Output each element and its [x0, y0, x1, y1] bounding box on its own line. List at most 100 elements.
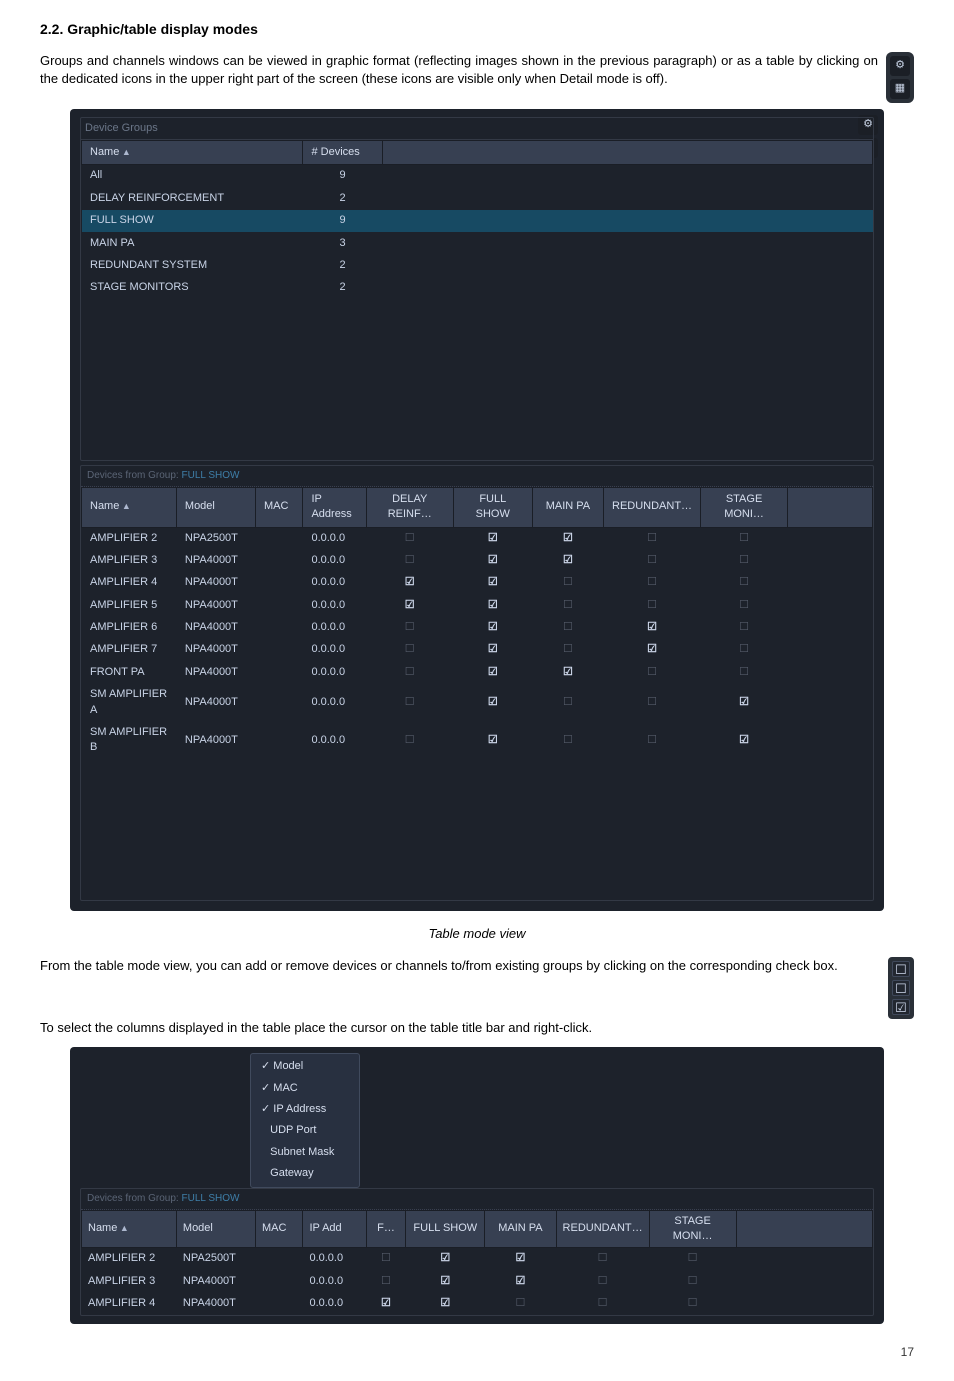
- col-ip[interactable]: IP Add: [303, 1210, 366, 1248]
- cell-main[interactable]: [485, 1293, 556, 1315]
- cell-full[interactable]: [453, 594, 532, 616]
- checkbox-icon[interactable]: [739, 599, 749, 611]
- checkbox-icon[interactable]: [647, 532, 657, 544]
- checkbox-icon[interactable]: [405, 576, 415, 588]
- cell-stage[interactable]: [701, 617, 788, 639]
- checkbox-icon[interactable]: [488, 666, 498, 678]
- cell-stage[interactable]: [701, 639, 788, 661]
- table-row[interactable]: SM AMPLIFIER BNPA4000T0.0.0.0: [82, 722, 873, 760]
- cell-full[interactable]: [453, 527, 532, 549]
- checkbox-icon[interactable]: [647, 666, 657, 678]
- table-row[interactable]: AMPLIFIER 3NPA4000T0.0.0.0: [82, 549, 873, 571]
- cell-f[interactable]: [366, 1293, 406, 1315]
- cell-delay[interactable]: [366, 549, 453, 571]
- checkbox-icon[interactable]: [488, 576, 498, 588]
- col-ip[interactable]: IP Address: [303, 487, 366, 527]
- checkbox-icon[interactable]: [688, 1297, 698, 1309]
- checkbox-icon[interactable]: [598, 1297, 608, 1309]
- checkbox-icon[interactable]: [488, 696, 498, 708]
- table-row[interactable]: AMPLIFIER 4NPA4000T0.0.0.0: [82, 1293, 873, 1315]
- checkbox-icon[interactable]: [488, 643, 498, 655]
- table-row[interactable]: AMPLIFIER 5NPA4000T0.0.0.0: [82, 594, 873, 616]
- cell-full[interactable]: [453, 549, 532, 571]
- checkbox-icon[interactable]: [405, 643, 415, 655]
- col-main[interactable]: MAIN PA: [532, 487, 603, 527]
- cell-main[interactable]: [532, 572, 603, 594]
- checkbox-icon[interactable]: [563, 734, 573, 746]
- checkbox-icon[interactable]: [739, 554, 749, 566]
- checkbox-icon[interactable]: [739, 643, 749, 655]
- cell-stage[interactable]: [701, 661, 788, 683]
- table-row[interactable]: STAGE MONITORS2: [82, 277, 873, 299]
- checkbox-icon[interactable]: [647, 734, 657, 746]
- checkbox-icon[interactable]: [440, 1252, 450, 1264]
- checkbox-icon[interactable]: [688, 1275, 698, 1287]
- checkbox-icon[interactable]: [440, 1275, 450, 1287]
- checkbox-icon[interactable]: [563, 621, 573, 633]
- cell-stage[interactable]: [701, 722, 788, 760]
- checkbox-icon[interactable]: [563, 599, 573, 611]
- col-delay[interactable]: DELAY REINF…: [366, 487, 453, 527]
- cell-stage[interactable]: [649, 1270, 736, 1292]
- cell-main[interactable]: [532, 549, 603, 571]
- cell-stage[interactable]: [701, 549, 788, 571]
- cell-stage[interactable]: [701, 684, 788, 722]
- cell-stage[interactable]: [701, 572, 788, 594]
- cell-redund[interactable]: [556, 1270, 649, 1292]
- checkbox-icon[interactable]: [381, 1252, 391, 1264]
- col-name[interactable]: Name: [82, 1210, 177, 1248]
- checkbox-icon[interactable]: [381, 1297, 391, 1309]
- checkbox-icon[interactable]: [563, 532, 573, 544]
- checkbox-icon[interactable]: [516, 1297, 526, 1309]
- col-mac[interactable]: MAC: [256, 1210, 303, 1248]
- col-devices[interactable]: # Devices: [303, 140, 382, 164]
- col-name[interactable]: Name: [82, 140, 303, 164]
- cell-f[interactable]: [366, 1270, 406, 1292]
- cell-main[interactable]: [485, 1270, 556, 1292]
- checkbox-icon[interactable]: [405, 532, 415, 544]
- cell-main[interactable]: [532, 617, 603, 639]
- col-full[interactable]: FULL SHOW: [406, 1210, 485, 1248]
- cell-full[interactable]: [406, 1293, 485, 1315]
- checkbox-icon[interactable]: [647, 643, 657, 655]
- checkbox-icon[interactable]: [488, 621, 498, 633]
- checkbox-icon[interactable]: [405, 734, 415, 746]
- cell-main[interactable]: [532, 594, 603, 616]
- checkbox-icon[interactable]: [598, 1275, 608, 1287]
- cell-main[interactable]: [532, 527, 603, 549]
- checkbox-icon[interactable]: [563, 643, 573, 655]
- checkbox-icon[interactable]: [739, 666, 749, 678]
- cell-main[interactable]: [532, 684, 603, 722]
- checkbox-icon[interactable]: [563, 554, 573, 566]
- cell-main[interactable]: [532, 639, 603, 661]
- checkbox-icon[interactable]: [440, 1297, 450, 1309]
- checkbox-icon[interactable]: [688, 1252, 698, 1264]
- checkbox-icon[interactable]: [739, 576, 749, 588]
- cell-delay[interactable]: [366, 617, 453, 639]
- context-menu-item[interactable]: Model: [251, 1056, 359, 1077]
- col-stage[interactable]: STAGE MONI…: [701, 487, 788, 527]
- cell-main[interactable]: [532, 722, 603, 760]
- context-menu-item[interactable]: IP Address: [251, 1099, 359, 1120]
- cell-main[interactable]: [485, 1248, 556, 1270]
- cell-redund[interactable]: [604, 549, 701, 571]
- checkbox-icon[interactable]: [405, 666, 415, 678]
- checkbox-icon[interactable]: [381, 1275, 391, 1287]
- col-redund[interactable]: REDUNDANT…: [556, 1210, 649, 1248]
- checkbox-icon[interactable]: [598, 1252, 608, 1264]
- checkbox-icon[interactable]: [563, 696, 573, 708]
- graphic-view-icon[interactable]: [890, 56, 910, 76]
- cell-redund[interactable]: [604, 594, 701, 616]
- table-row[interactable]: AMPLIFIER 2NPA2500T0.0.0.0: [82, 1248, 873, 1270]
- checkbox-icon[interactable]: [739, 621, 749, 633]
- cell-full[interactable]: [453, 722, 532, 760]
- checkbox-icon[interactable]: [405, 696, 415, 708]
- table-row[interactable]: All9: [82, 165, 873, 187]
- checkbox-icon[interactable]: [647, 554, 657, 566]
- table-row[interactable]: AMPLIFIER 2NPA2500T0.0.0.0: [82, 527, 873, 549]
- cell-delay[interactable]: [366, 684, 453, 722]
- checkbox-icon[interactable]: [739, 696, 749, 708]
- cell-full[interactable]: [453, 617, 532, 639]
- table-row[interactable]: FULL SHOW9: [82, 210, 873, 232]
- col-full[interactable]: FULL SHOW: [453, 487, 532, 527]
